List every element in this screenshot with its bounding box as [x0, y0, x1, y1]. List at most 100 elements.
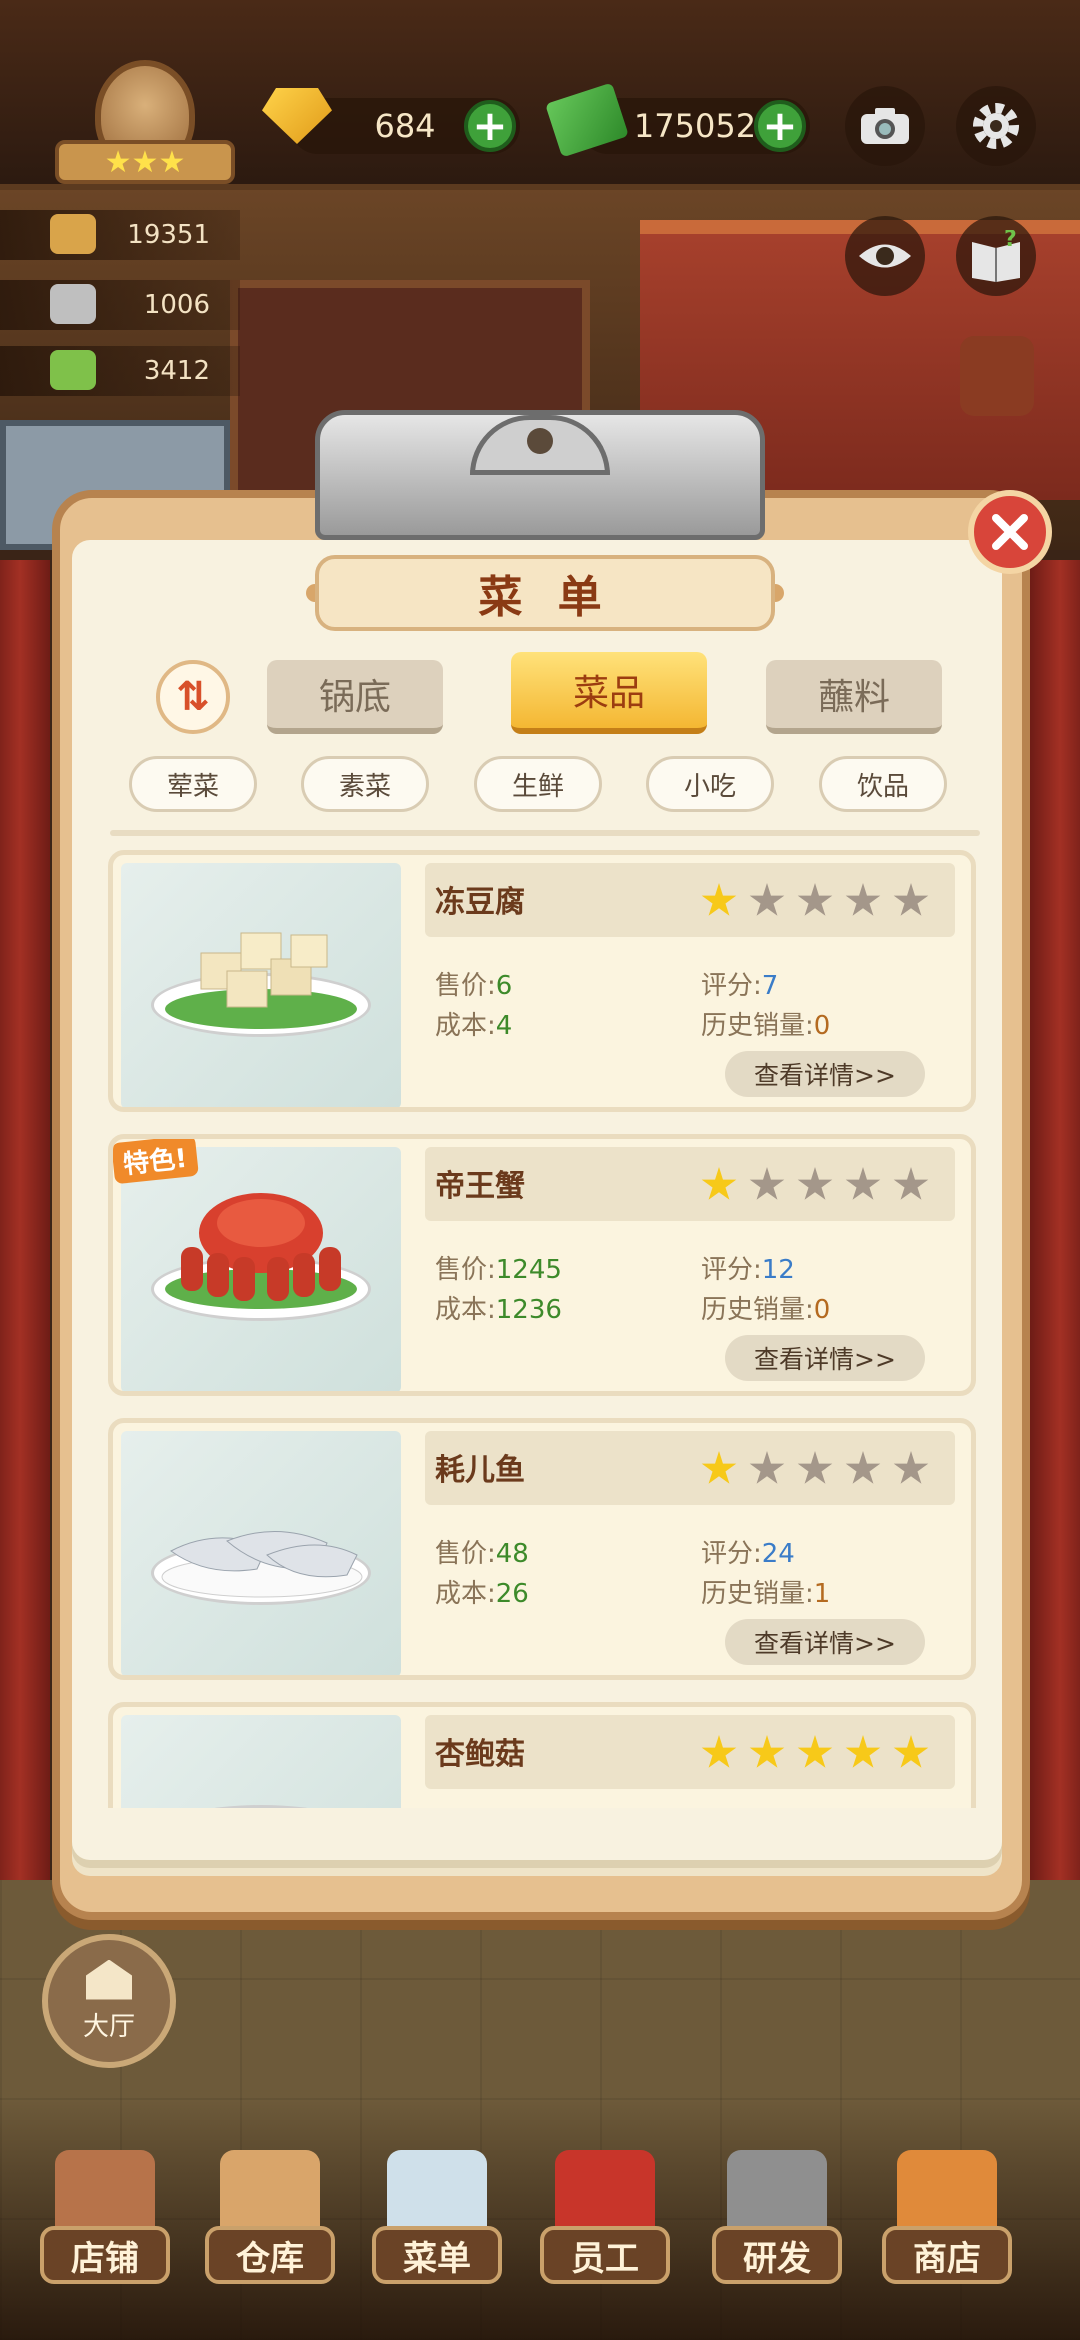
camera-button[interactable]: [845, 86, 925, 166]
star-icon: [797, 1167, 833, 1200]
view-details-button[interactable]: 查看详情>>: [725, 1619, 925, 1665]
settings-button[interactable]: [956, 86, 1036, 166]
close-icon: [992, 514, 1028, 550]
score-value: 24: [761, 1539, 795, 1569]
special-tag: 特色!: [113, 1139, 199, 1185]
nav-warehouse[interactable]: 仓库: [195, 2130, 345, 2330]
view-details-button[interactable]: 查看详情>>: [725, 1051, 925, 1097]
filter-meat[interactable]: 荤菜: [129, 756, 257, 812]
star-icon: [797, 1451, 833, 1484]
help-button[interactable]: ?: [956, 216, 1036, 296]
star-icon: [749, 1735, 785, 1768]
tab-dishes[interactable]: 菜品: [511, 652, 707, 734]
cost-row: 成本:1236: [435, 1289, 562, 1326]
cost-label: 成本:: [435, 1295, 496, 1325]
star-icon: [797, 1735, 833, 1768]
hall-button[interactable]: 大厅: [42, 1934, 176, 2068]
red-pillar-left: [0, 560, 50, 2060]
add-cash-button[interactable]: +: [754, 100, 806, 152]
score-row: 评分:24: [701, 1533, 795, 1570]
dish-card[interactable]: 杏鲍菇: [108, 1702, 976, 1808]
close-button[interactable]: [968, 490, 1052, 574]
dish-card[interactable]: 耗儿鱼 售价:48 成本:26 评分:24 历史销量:1 查看详情>>: [108, 1418, 976, 1680]
dish-image-tofu: [121, 863, 401, 1107]
dish-image-filefish: [121, 1431, 401, 1675]
sales-row: 历史销量:0: [701, 1289, 830, 1326]
nav-label: 商店: [882, 2226, 1012, 2284]
nav-research[interactable]: 研发: [702, 2130, 852, 2330]
recipe-book-icon[interactable]: [960, 336, 1034, 416]
star-icon: [701, 1735, 737, 1768]
star-icon: [797, 883, 833, 916]
dish-name: 杏鲍菇: [435, 1737, 525, 1772]
nav-shop-front[interactable]: 店铺: [30, 2130, 180, 2330]
price-row: 售价:6: [435, 965, 512, 1002]
fish-illustration: [161, 1530, 363, 1598]
view-details-button[interactable]: 查看详情>>: [725, 1335, 925, 1381]
dish-card[interactable]: 冻豆腐 售价:6 成本:4 评分:7 历史销量:0 查看详情>>: [108, 850, 976, 1112]
svg-text:?: ?: [1004, 230, 1017, 252]
score-value: 7: [761, 971, 779, 1001]
star-rating: [701, 1167, 929, 1203]
cost-value: 26: [495, 1579, 529, 1609]
sales-row: 历史销量:0: [701, 1005, 830, 1042]
plate: [151, 1805, 371, 1808]
eye-icon: [859, 244, 911, 268]
dish-list[interactable]: 冻豆腐 售价:6 成本:4 评分:7 历史销量:0 查看详情>> 特色! 帝王蟹…: [108, 850, 976, 1808]
dish-card[interactable]: 特色! 帝王蟹 售价:1245 成本:1236 评分:12 历史销量:0 查看详…: [108, 1134, 976, 1396]
cost-value: 1236: [495, 1295, 562, 1325]
score-label: 评分:: [701, 1255, 762, 1285]
star-rating: [701, 1451, 929, 1487]
star-icon: [701, 1167, 737, 1200]
cost-label: 成本:: [435, 1011, 496, 1041]
gear-icon: [973, 103, 1019, 149]
star-icon: [749, 1167, 785, 1200]
price-label: 售价:: [435, 1539, 496, 1569]
view-toggle-button[interactable]: [845, 216, 925, 296]
filter-drink[interactable]: 饮品: [819, 756, 947, 812]
price-row: 售价:1245: [435, 1249, 562, 1286]
price-label: 售价:: [435, 1255, 496, 1285]
sales-label: 历史销量:: [701, 1011, 814, 1041]
stat-customers: 1006: [0, 280, 240, 330]
sales-value: 0: [813, 1295, 831, 1325]
tab-dipping-sauce[interactable]: 蘸料: [766, 660, 942, 734]
hotpot-icon: [50, 214, 96, 254]
cost-label: 成本:: [435, 1579, 496, 1609]
help-book-icon: ?: [972, 230, 1020, 282]
dish-name: 帝王蟹: [435, 1169, 525, 1204]
hall-label: 大厅: [82, 2011, 135, 2042]
dish-image-king-crab: [121, 1147, 401, 1391]
sales-value: 1: [813, 1579, 831, 1609]
stat-value: 1006: [143, 290, 210, 320]
sort-button[interactable]: ⇅: [156, 660, 230, 734]
sales-label: 历史销量:: [701, 1295, 814, 1325]
crab-illustration: [165, 1193, 357, 1309]
nav-store[interactable]: 商店: [872, 2130, 1022, 2330]
gold-badge-icon[interactable]: ★★★: [55, 60, 235, 190]
nav-staff[interactable]: 员工: [530, 2130, 680, 2330]
dish-name: 耗儿鱼: [435, 1453, 525, 1488]
filter-fresh[interactable]: 生鲜: [474, 756, 602, 812]
score-label: 评分:: [701, 971, 762, 1001]
filter-snack[interactable]: 小吃: [646, 756, 774, 812]
star-icon: [845, 883, 881, 916]
add-gems-button[interactable]: +: [464, 100, 516, 152]
tab-soup-base[interactable]: 锅底: [267, 660, 443, 734]
score-row: 评分:7: [701, 965, 778, 1002]
star-icon: [749, 883, 785, 916]
price-row: 售价:48: [435, 1533, 529, 1570]
score-value: 12: [761, 1255, 795, 1285]
clipboard-clip-hole: [527, 428, 553, 454]
sales-value: 0: [813, 1011, 831, 1041]
filter-vegetable[interactable]: 素菜: [301, 756, 429, 812]
hall-icon: [86, 1959, 132, 2000]
star-rating: [701, 1735, 929, 1771]
nav-menu[interactable]: 菜单: [362, 2130, 512, 2330]
star-icon: [893, 1735, 929, 1768]
order-note-icon: [50, 350, 96, 390]
star-icon: [845, 1451, 881, 1484]
serving-tray-icon: [50, 284, 96, 324]
stat-orders: 3412: [0, 346, 240, 396]
star-icon: [893, 1167, 929, 1200]
